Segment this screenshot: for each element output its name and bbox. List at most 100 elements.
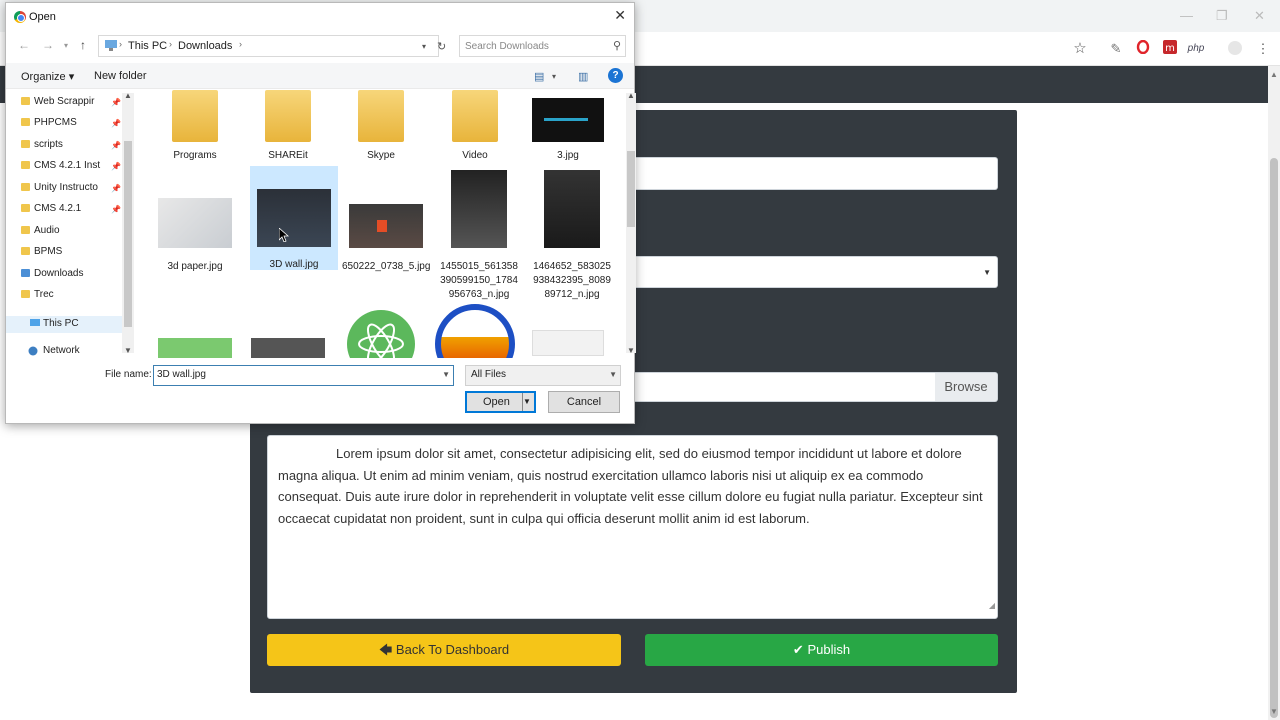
nav-item-this-pc[interactable]: This PC bbox=[6, 316, 122, 333]
scroll-down-icon[interactable]: ▼ bbox=[1268, 707, 1280, 716]
post-body-textarea[interactable]: Lorem ipsum dolor sit amet, consectetur … bbox=[267, 435, 998, 619]
split-dropdown-icon[interactable]: ▼ bbox=[522, 393, 534, 411]
address-row: ← → ▾ ↑ › This PC › Downloads › ▾ ↻ Sear… bbox=[6, 33, 634, 59]
folder-icon bbox=[21, 204, 30, 212]
chevron-down-icon[interactable]: ▼ bbox=[442, 370, 450, 379]
chevron-down-icon: ▼ bbox=[609, 370, 617, 379]
resize-grip-icon[interactable]: ◢ bbox=[989, 595, 995, 617]
php-icon[interactable]: php bbox=[1187, 40, 1205, 58]
nav-item-scripts[interactable]: scripts bbox=[21, 139, 63, 150]
file-item[interactable] bbox=[431, 304, 519, 358]
downloads-folder-icon bbox=[21, 269, 30, 277]
nav-item-trec[interactable]: Trec bbox=[21, 289, 54, 300]
pin-icon[interactable]: 📌 bbox=[111, 119, 121, 128]
organize-menu[interactable]: Organize ▾ bbox=[21, 70, 74, 83]
star-icon[interactable]: ☆ bbox=[1071, 40, 1089, 58]
menu-icon[interactable]: ⋮ bbox=[1254, 40, 1272, 58]
page-scrollbar[interactable]: ▲ ▼ bbox=[1268, 66, 1280, 720]
file-item[interactable]: Programs bbox=[151, 90, 239, 163]
pin-icon[interactable]: 📌 bbox=[111, 205, 121, 214]
nav-item-web-scrapping[interactable]: Web Scrappir bbox=[21, 96, 94, 107]
breadcrumb-sep-icon: › bbox=[169, 39, 172, 49]
recent-chevron-icon[interactable]: ▾ bbox=[64, 41, 68, 50]
open-file-dialog: Open ✕ ← → ▾ ↑ › This PC › Downloads › ▾… bbox=[5, 2, 636, 424]
pin-icon[interactable]: 📌 bbox=[111, 141, 121, 150]
nav-item-bpms[interactable]: BPMS bbox=[21, 246, 62, 257]
nav-item-network[interactable]: Network bbox=[28, 345, 80, 356]
address-dropdown-icon[interactable]: ▾ bbox=[422, 42, 426, 51]
browse-button[interactable]: Browse bbox=[935, 372, 998, 402]
close-icon[interactable]: ✕ bbox=[614, 7, 626, 24]
file-item[interactable]: 1455015_561358390599150_1784956763_n.jpg bbox=[435, 170, 523, 302]
nav-item-cms-421[interactable]: CMS 4.2.1 bbox=[21, 203, 81, 214]
dialog-titlebar[interactable]: Open ✕ bbox=[6, 3, 634, 31]
file-name-input[interactable]: 3D wall.jpg ▼ bbox=[153, 365, 454, 386]
close-window-icon[interactable]: ✕ bbox=[1254, 8, 1265, 24]
file-item[interactable] bbox=[151, 338, 239, 358]
back-to-dashboard-button[interactable]: 🡄 Back To Dashboard bbox=[267, 634, 621, 666]
file-scrollbar-thumb[interactable] bbox=[627, 151, 635, 227]
new-folder-button[interactable]: New folder bbox=[94, 70, 147, 82]
view-icon[interactable]: ▤ bbox=[534, 70, 544, 83]
pin-icon[interactable]: 📌 bbox=[111, 98, 121, 107]
search-icon[interactable]: ⚲ bbox=[613, 39, 621, 52]
file-item[interactable]: 3.jpg bbox=[524, 90, 612, 163]
forward-arrow-icon[interactable]: → bbox=[42, 38, 54, 52]
refresh-icon[interactable]: ↻ bbox=[437, 40, 446, 53]
minimize-icon[interactable]: — bbox=[1180, 8, 1193, 23]
nav-scrollbar-thumb[interactable] bbox=[124, 141, 132, 327]
scroll-down-icon[interactable]: ▼ bbox=[627, 346, 635, 355]
title-input[interactable] bbox=[620, 157, 998, 190]
profile-icon[interactable] bbox=[1226, 40, 1244, 58]
file-item[interactable] bbox=[524, 330, 612, 356]
address-bar[interactable]: › This PC › Downloads › ▾ ↻ bbox=[98, 35, 446, 57]
preview-pane-icon[interactable]: ▥ bbox=[578, 70, 588, 83]
nav-item-audio[interactable]: Audio bbox=[21, 225, 60, 236]
nav-item-unity[interactable]: Unity Instructo bbox=[21, 182, 98, 193]
file-item[interactable] bbox=[337, 310, 425, 358]
help-icon[interactable]: ? bbox=[608, 68, 623, 83]
nav-item-downloads[interactable]: Downloads bbox=[21, 268, 83, 279]
cancel-button[interactable]: Cancel bbox=[548, 391, 620, 413]
file-item[interactable]: Video bbox=[431, 90, 519, 163]
pin-icon[interactable]: 📌 bbox=[111, 162, 121, 171]
file-type-select[interactable]: All Files ▼ bbox=[465, 365, 621, 386]
breadcrumb-this-pc[interactable]: This PC bbox=[128, 40, 167, 52]
search-input[interactable]: Search Downloads ⚲ bbox=[459, 35, 626, 57]
file-item-selected[interactable]: 3D wall.jpg bbox=[250, 166, 338, 270]
scroll-up-icon[interactable]: ▲ bbox=[124, 91, 132, 100]
scroll-up-icon[interactable]: ▲ bbox=[627, 91, 635, 100]
file-name-value: 3D wall.jpg bbox=[157, 369, 206, 380]
pin-icon[interactable]: 📌 bbox=[111, 184, 121, 193]
up-arrow-icon[interactable]: ↑ bbox=[80, 38, 86, 52]
restore-icon[interactable]: ❐ bbox=[1216, 8, 1228, 24]
file-item[interactable]: Skype bbox=[337, 90, 425, 163]
scroll-down-icon[interactable]: ▼ bbox=[124, 346, 132, 355]
breadcrumb-downloads[interactable]: Downloads bbox=[178, 40, 232, 52]
file-item[interactable]: 3d paper.jpg bbox=[151, 170, 239, 294]
breadcrumb-sep-icon: › bbox=[119, 39, 122, 49]
nav-item-phpcms[interactable]: PHPCMS bbox=[21, 117, 77, 128]
chevron-down-icon: ▼ bbox=[983, 268, 991, 277]
file-item[interactable]: 1464652_583025938432395_808989712_n.jpg bbox=[528, 170, 616, 302]
chrome-icon bbox=[14, 11, 26, 23]
file-item[interactable]: 650222_0738_5.jpg bbox=[342, 170, 430, 274]
page-scrollbar-thumb[interactable] bbox=[1270, 158, 1278, 718]
publish-button[interactable]: ✔ Publish bbox=[645, 634, 998, 666]
open-button[interactable]: Open ▼ bbox=[465, 391, 536, 413]
image-thumbnail bbox=[251, 338, 325, 358]
category-select[interactable]: ▼ bbox=[620, 256, 998, 288]
scroll-up-icon[interactable]: ▲ bbox=[1268, 70, 1280, 79]
mega-icon[interactable]: m bbox=[1161, 40, 1179, 58]
nav-pane-scrollbar[interactable]: ▲ ▼ bbox=[122, 91, 134, 355]
back-arrow-icon[interactable]: ← bbox=[18, 38, 30, 52]
opera-icon[interactable] bbox=[1134, 39, 1152, 58]
image-file-input[interactable] bbox=[620, 372, 936, 402]
nav-item-cms-inst[interactable]: CMS 4.2.1 Inst bbox=[21, 160, 100, 171]
eyedropper-icon[interactable]: ✎ bbox=[1107, 40, 1125, 58]
image-thumbnail bbox=[257, 189, 331, 247]
file-item[interactable] bbox=[244, 338, 332, 358]
file-list-scrollbar[interactable]: ▲ ▼ bbox=[626, 91, 636, 355]
file-item[interactable]: SHAREit bbox=[244, 90, 332, 163]
view-dropdown-icon[interactable]: ▾ bbox=[552, 72, 556, 81]
